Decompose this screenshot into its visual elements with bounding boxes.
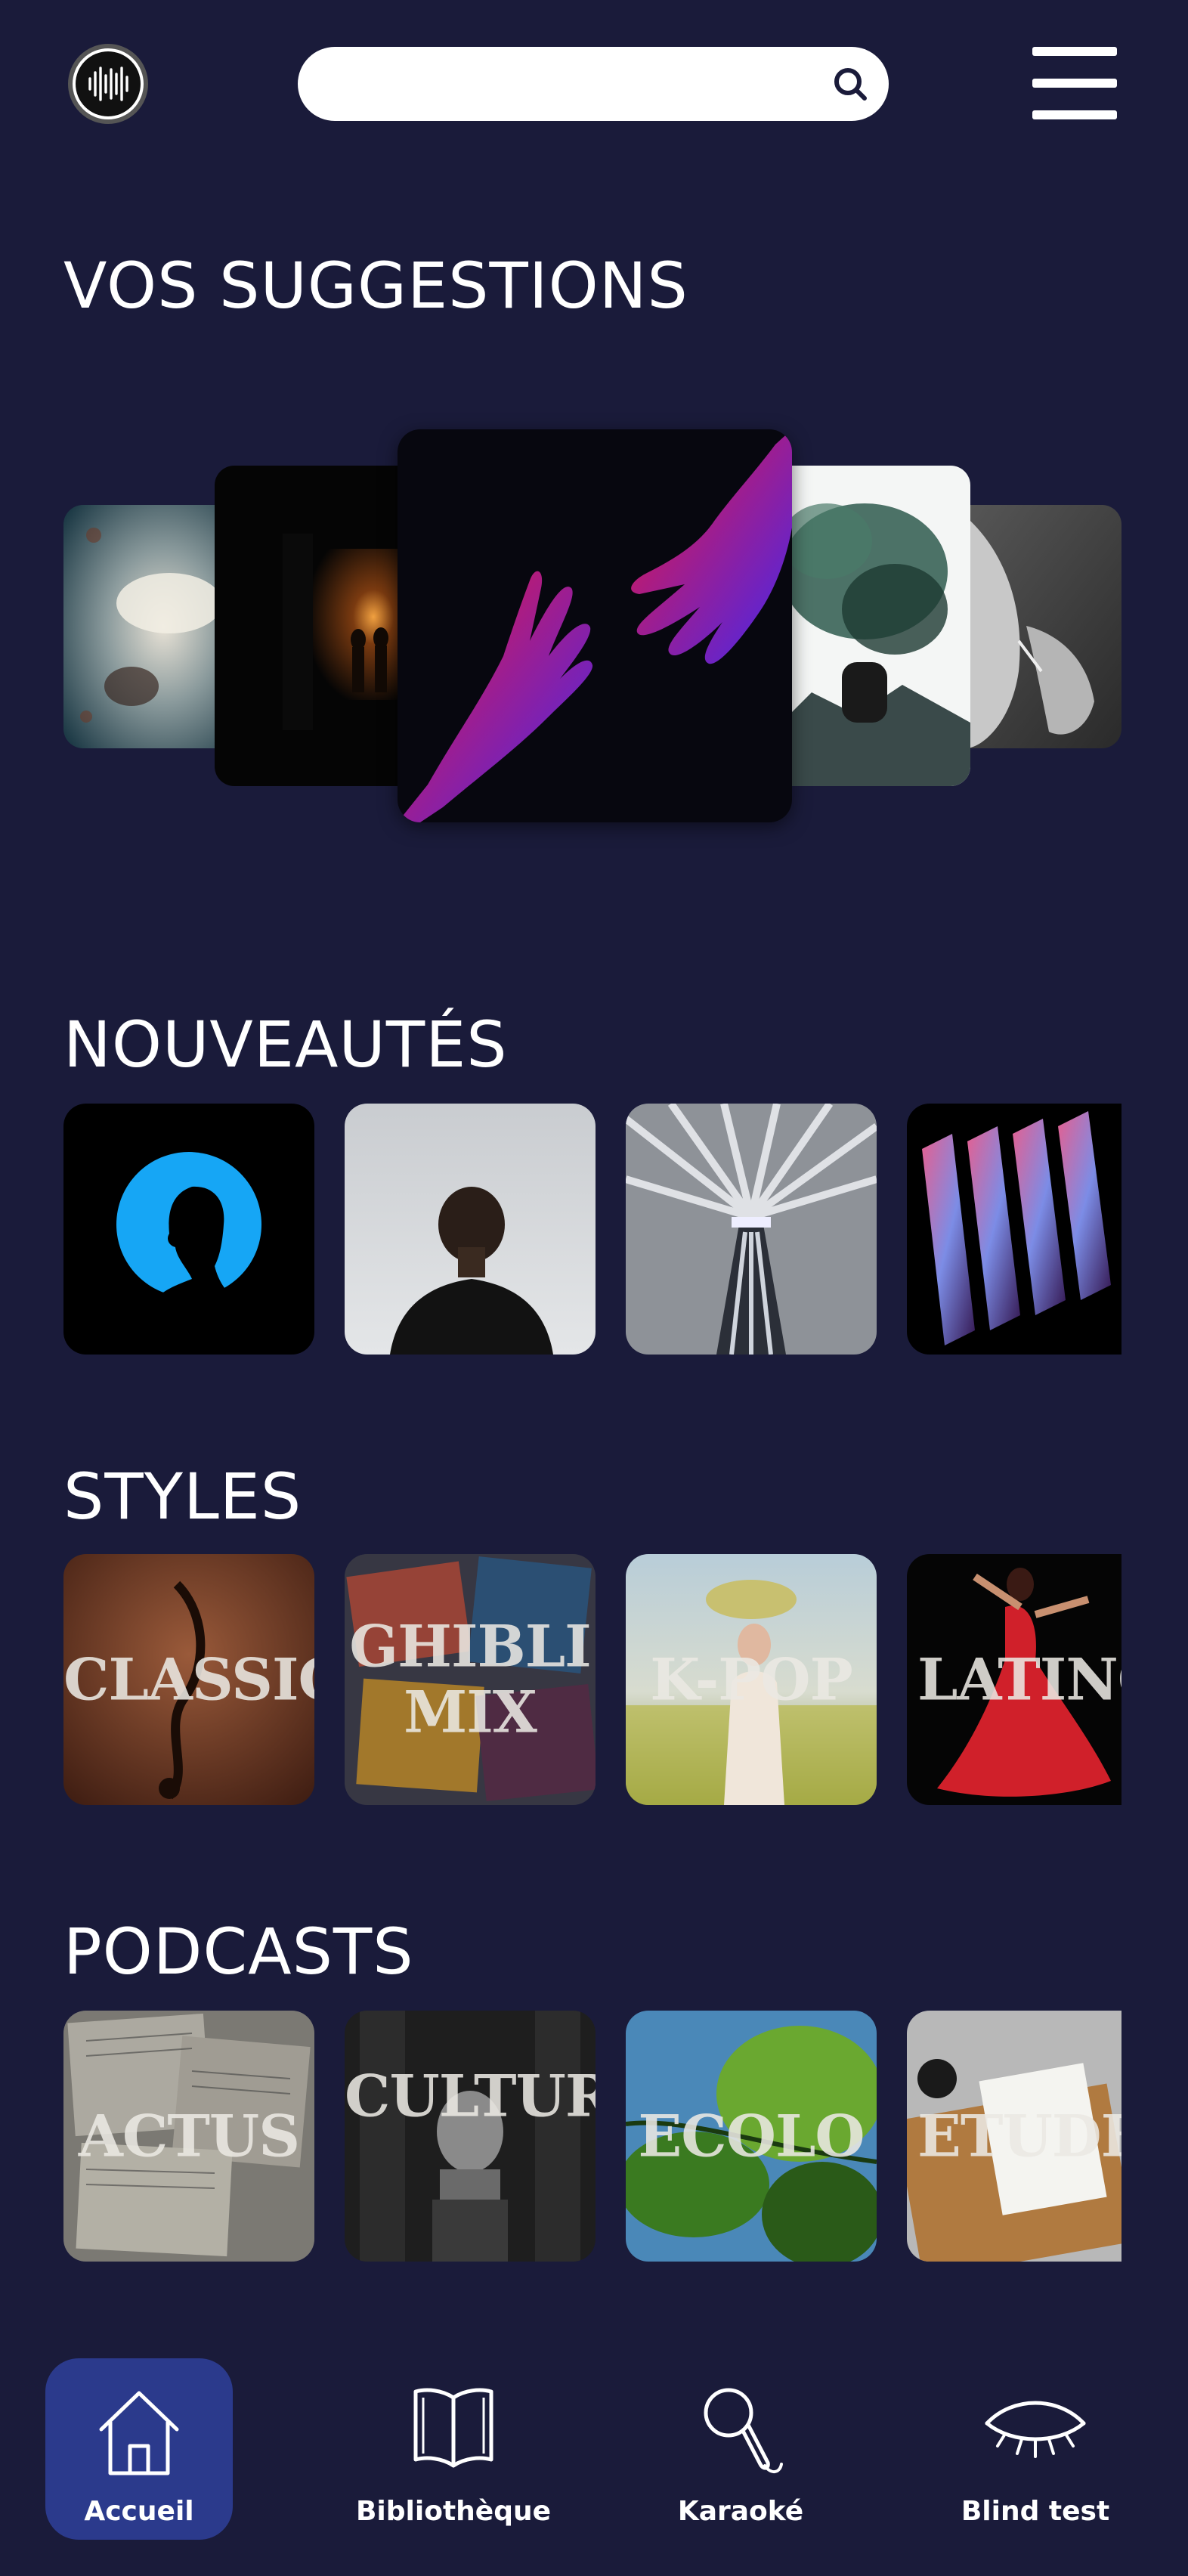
- style-label: LATINO: [917, 1646, 1121, 1714]
- podcast-label: ECOLO: [638, 2102, 865, 2170]
- section-title-styles: STYLES: [63, 1460, 302, 1534]
- nav-label: Karaoké: [677, 2496, 804, 2527]
- section-title-new: NOUVEAUTÉS: [63, 1008, 508, 1082]
- new-release-4[interactable]: [907, 1104, 1121, 1355]
- new-release-3[interactable]: [626, 1104, 877, 1355]
- new-release-1[interactable]: [63, 1104, 314, 1355]
- style-label: CLASSIC: [63, 1646, 314, 1714]
- nav-label: Accueil: [84, 2496, 194, 2527]
- book-icon: [413, 2388, 493, 2468]
- style-tile-ghibli-mix[interactable]: GHIBLI MIX: [345, 1554, 596, 1805]
- section-title-podcasts: PODCASTS: [63, 1915, 414, 1989]
- closed-eye-icon: [985, 2401, 1086, 2458]
- podcast-tile-etudes[interactable]: ETUDES: [907, 2011, 1121, 2262]
- style-tile-latino[interactable]: LATINO: [907, 1554, 1121, 1805]
- style-tile-kpop[interactable]: K-POP: [626, 1554, 877, 1805]
- nav-accueil[interactable]: Accueil: [45, 2358, 233, 2540]
- microphone-icon: [704, 2388, 783, 2473]
- nav-label: Bibliothèque: [355, 2496, 552, 2527]
- nav-bibliotheque[interactable]: Bibliothèque: [355, 2358, 552, 2540]
- suggestion-card-4[interactable]: [766, 466, 970, 786]
- podcast-label: ACTUS: [78, 2102, 300, 2170]
- suggestion-card-2[interactable]: [215, 466, 419, 786]
- new-release-2[interactable]: [345, 1104, 596, 1355]
- style-label: GHIBLI MIX: [349, 1612, 592, 1746]
- soundwave-logo-icon: [76, 51, 141, 116]
- style-label: K-POP: [650, 1646, 853, 1714]
- search-icon[interactable]: [830, 63, 872, 106]
- search-input[interactable]: [328, 57, 812, 110]
- home-icon: [99, 2391, 179, 2475]
- nav-blind-test[interactable]: Blind test: [945, 2358, 1126, 2540]
- nav-karaoke[interactable]: Karaoké: [665, 2358, 816, 2540]
- podcast-tile-actus[interactable]: ACTUS: [63, 2011, 314, 2262]
- style-tile-classic[interactable]: CLASSIC: [63, 1554, 314, 1805]
- podcast-tile-culture[interactable]: CULTURE: [345, 2011, 596, 2262]
- podcast-label: ETUDES: [917, 2102, 1121, 2170]
- suggestion-card-3-featured[interactable]: [398, 429, 792, 822]
- hamburger-menu-icon[interactable]: [1032, 45, 1117, 121]
- section-title-suggestions: VOS SUGGESTIONS: [63, 249, 688, 323]
- search-bar[interactable]: [298, 47, 889, 121]
- app-logo[interactable]: [68, 44, 148, 124]
- podcast-tile-ecolo[interactable]: ECOLO: [626, 2011, 877, 2262]
- nav-label: Blind test: [961, 2496, 1110, 2527]
- podcast-label: CULTURE: [345, 2062, 596, 2130]
